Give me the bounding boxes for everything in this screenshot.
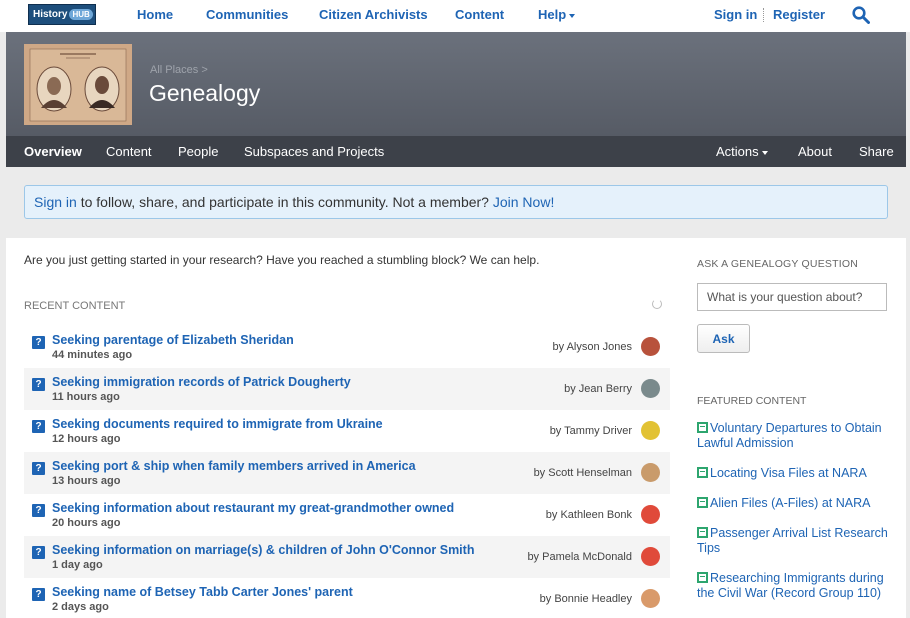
- item-timestamp: 2 days ago: [52, 601, 109, 613]
- document-icon: [697, 497, 708, 508]
- question-icon: ?: [32, 504, 45, 517]
- nav-help-label: Help: [538, 7, 567, 22]
- avatar[interactable]: [641, 337, 660, 356]
- history-hub-logo[interactable]: History HUB: [28, 4, 96, 25]
- avatar[interactable]: [641, 421, 660, 440]
- breadcrumb[interactable]: All Places >: [150, 64, 208, 76]
- signin-link[interactable]: Sign in: [714, 7, 757, 22]
- list-item[interactable]: ? Seeking port & ship when family members…: [24, 452, 670, 494]
- featured-content-heading: FEATURED CONTENT: [697, 395, 807, 407]
- question-icon: ?: [32, 336, 45, 349]
- item-timestamp: 20 hours ago: [52, 517, 121, 529]
- nav-content[interactable]: Content: [455, 7, 504, 22]
- place-banner: All Places > Genealogy: [6, 32, 906, 136]
- document-icon: [697, 572, 708, 583]
- ask-button[interactable]: Ask: [697, 324, 750, 353]
- item-timestamp: 13 hours ago: [52, 475, 121, 487]
- featured-item-label: Voluntary Departures to Obtain Lawful Ad…: [697, 421, 882, 450]
- item-author[interactable]: by Kathleen Bonk: [546, 509, 632, 521]
- featured-item-label: Passenger Arrival List Research Tips: [697, 526, 888, 555]
- item-author[interactable]: by Jean Berry: [564, 383, 632, 395]
- featured-item[interactable]: Researching Immigrants during the Civil …: [697, 571, 897, 601]
- list-item[interactable]: ? Seeking immigration records of Patrick …: [24, 368, 670, 410]
- place-subnav: Overview Content People Subspaces and Pr…: [6, 136, 906, 167]
- featured-item[interactable]: Locating Visa Files at NARA: [697, 466, 897, 481]
- item-author[interactable]: by Pamela McDonald: [527, 551, 632, 563]
- join-now-link[interactable]: Join Now!: [493, 194, 554, 210]
- list-item[interactable]: ? Seeking parentage of Elizabeth Sheridan…: [24, 326, 670, 368]
- nav-divider: [763, 8, 764, 22]
- recent-content-heading: RECENT CONTENT: [24, 300, 126, 312]
- list-item[interactable]: ? Seeking name of Betsey Tabb Carter Jone…: [24, 578, 670, 618]
- featured-item[interactable]: Voluntary Departures to Obtain Lawful Ad…: [697, 421, 897, 451]
- nav-citizen-archivists[interactable]: Citizen Archivists: [319, 7, 428, 22]
- tab-overview[interactable]: Overview: [24, 144, 82, 159]
- item-title[interactable]: Seeking port & ship when family members …: [52, 459, 416, 473]
- featured-item-label: Locating Visa Files at NARA: [710, 466, 867, 480]
- document-icon: [697, 422, 708, 433]
- page-title: Genealogy: [149, 80, 261, 106]
- item-title[interactable]: Seeking parentage of Elizabeth Sheridan: [52, 333, 294, 347]
- signin-prompt-text: to follow, share, and participate in thi…: [76, 194, 493, 210]
- item-timestamp: 1 day ago: [52, 559, 103, 571]
- ask-question-heading: ASK A GENEALOGY QUESTION: [697, 258, 858, 270]
- signin-prompt-link[interactable]: Sign in: [34, 194, 77, 210]
- item-title[interactable]: Seeking documents required to immigrate …: [52, 417, 383, 431]
- featured-item[interactable]: Alien Files (A-Files) at NARA: [697, 496, 897, 511]
- chevron-down-icon: [761, 150, 768, 155]
- place-avatar-image: [24, 44, 132, 125]
- avatar[interactable]: [641, 505, 660, 524]
- logo-hub-badge: HUB: [69, 9, 93, 20]
- avatar[interactable]: [641, 379, 660, 398]
- avatar[interactable]: [641, 463, 660, 482]
- search-icon[interactable]: [852, 6, 870, 24]
- item-title[interactable]: Seeking immigration records of Patrick D…: [52, 375, 351, 389]
- avatar[interactable]: [641, 547, 660, 566]
- item-title[interactable]: Seeking information about restaurant my …: [52, 501, 454, 515]
- tab-content[interactable]: Content: [106, 144, 152, 159]
- question-icon: ?: [32, 546, 45, 559]
- list-item[interactable]: ? Seeking documents required to immigrate…: [24, 410, 670, 452]
- chevron-down-icon: [569, 13, 576, 18]
- actions-menu-label: Actions: [716, 144, 759, 159]
- item-author[interactable]: by Alyson Jones: [553, 341, 633, 353]
- list-item[interactable]: ? Seeking information about restaurant my…: [24, 494, 670, 536]
- loading-spinner-icon: [652, 299, 662, 309]
- logo-text: History: [33, 9, 68, 20]
- item-author[interactable]: by Bonnie Headley: [540, 593, 632, 605]
- tab-subspaces-projects[interactable]: Subspaces and Projects: [244, 144, 384, 159]
- featured-item-label: Alien Files (A-Files) at NARA: [710, 496, 871, 510]
- featured-item[interactable]: Passenger Arrival List Research Tips: [697, 526, 897, 556]
- intro-text: Are you just getting started in your res…: [24, 253, 540, 267]
- question-input[interactable]: [697, 283, 887, 311]
- question-icon: ?: [32, 588, 45, 601]
- question-icon: ?: [32, 420, 45, 433]
- actions-menu[interactable]: Actions: [716, 144, 768, 159]
- nav-help[interactable]: Help: [538, 7, 576, 22]
- featured-item-label: Researching Immigrants during the Civil …: [697, 571, 884, 600]
- nav-communities[interactable]: Communities: [206, 7, 288, 22]
- avatar[interactable]: [641, 589, 660, 608]
- top-navbar: History HUB Home Communities Citizen Arc…: [0, 0, 910, 32]
- item-author[interactable]: by Scott Henselman: [534, 467, 632, 479]
- question-icon: ?: [32, 462, 45, 475]
- tab-about[interactable]: About: [798, 144, 832, 159]
- list-item[interactable]: ? Seeking information on marriage(s) & ch…: [24, 536, 670, 578]
- question-icon: ?: [32, 378, 45, 391]
- main-panel: Are you just getting started in your res…: [6, 238, 906, 618]
- document-icon: [697, 527, 708, 538]
- item-title[interactable]: Seeking information on marriage(s) & chi…: [52, 543, 474, 557]
- item-author[interactable]: by Tammy Driver: [550, 425, 632, 437]
- signin-prompt: Sign in to follow, share, and participat…: [24, 185, 888, 219]
- item-timestamp: 44 minutes ago: [52, 349, 133, 361]
- item-timestamp: 12 hours ago: [52, 433, 121, 445]
- item-timestamp: 11 hours ago: [52, 391, 120, 403]
- register-link[interactable]: Register: [773, 7, 825, 22]
- tab-people[interactable]: People: [178, 144, 218, 159]
- item-title[interactable]: Seeking name of Betsey Tabb Carter Jones…: [52, 585, 353, 599]
- nav-home[interactable]: Home: [137, 7, 173, 22]
- share-button[interactable]: Share: [859, 144, 894, 159]
- document-icon: [697, 467, 708, 478]
